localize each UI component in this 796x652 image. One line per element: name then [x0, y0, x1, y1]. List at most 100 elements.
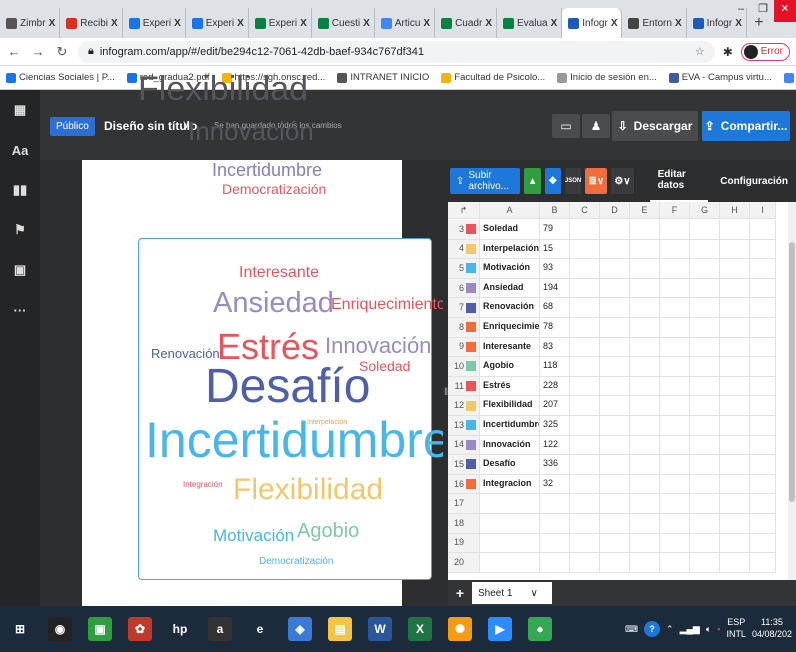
empty-cell[interactable] — [720, 278, 750, 299]
empty-cell[interactable] — [570, 494, 600, 514]
download-button[interactable]: ⇩ Descargar — [612, 111, 698, 141]
browser-tab[interactable]: Recibi X — [60, 8, 123, 38]
empty-cell[interactable] — [570, 396, 600, 416]
row-header[interactable]: 7 — [448, 298, 480, 318]
column-header[interactable]: H — [720, 202, 750, 219]
taskbar-app[interactable]: ◉ — [40, 606, 80, 652]
cell-label[interactable]: Interesante — [480, 337, 540, 358]
color-swatch[interactable] — [466, 479, 476, 490]
cell-value[interactable]: 122 — [540, 435, 570, 456]
empty-cell[interactable] — [570, 416, 600, 436]
empty-cell[interactable] — [570, 318, 600, 338]
empty-cell[interactable] — [600, 553, 630, 573]
empty-cell[interactable] — [630, 474, 660, 495]
cell-label[interactable] — [480, 514, 540, 534]
public-toggle-button[interactable]: Público — [50, 117, 95, 136]
row-header[interactable]: 8 — [448, 318, 480, 338]
color-swatch[interactable] — [466, 224, 476, 235]
network-icon[interactable]: ▂▄▆ — [680, 624, 700, 635]
empty-cell[interactable] — [630, 514, 660, 534]
google-drive-icon[interactable]: ▲ — [524, 168, 541, 194]
empty-cell[interactable] — [690, 474, 720, 495]
share-button[interactable]: ⇪ Compartir... — [702, 111, 790, 141]
empty-cell[interactable] — [720, 435, 750, 456]
column-header[interactable]: B — [540, 202, 570, 219]
empty-cell[interactable] — [630, 259, 660, 279]
empty-cell[interactable] — [750, 474, 776, 495]
empty-cell[interactable] — [750, 318, 776, 338]
bookmark-item[interactable]: EVA - Campus virtu... — [668, 72, 772, 83]
empty-cell[interactable] — [600, 533, 630, 554]
dropbox-icon[interactable]: ❖ — [544, 168, 561, 194]
empty-cell[interactable] — [570, 337, 600, 358]
empty-cell[interactable] — [690, 278, 720, 299]
empty-cell[interactable] — [720, 220, 750, 240]
column-header[interactable]: A — [480, 202, 540, 219]
empty-cell[interactable] — [600, 239, 630, 260]
json-import-button[interactable]: JSON — [564, 168, 582, 194]
url-field[interactable]: 🔒︎ infogram.com/app/#/edit/be294c12-7061… — [78, 40, 715, 63]
empty-cell[interactable] — [660, 553, 690, 573]
empty-cell[interactable] — [570, 278, 600, 299]
empty-cell[interactable] — [660, 298, 690, 318]
empty-cell[interactable] — [660, 337, 690, 358]
cell-value[interactable]: 83 — [540, 337, 570, 358]
row-header[interactable]: 4 — [448, 239, 480, 260]
close-tab-icon[interactable]: X — [675, 18, 682, 29]
empty-cell[interactable] — [630, 455, 660, 475]
empty-cell[interactable] — [750, 298, 776, 318]
browser-tab[interactable]: Experi X — [186, 8, 249, 38]
browser-tab[interactable]: Evalua X — [497, 8, 563, 38]
close-tab-icon[interactable]: X — [237, 18, 244, 29]
close-tab-icon[interactable]: X — [485, 18, 492, 29]
cell-label[interactable]: Integracion — [480, 474, 540, 495]
cell-value[interactable]: 207 — [540, 396, 570, 416]
row-header[interactable]: 14 — [448, 435, 480, 456]
row-header[interactable]: 6 — [448, 278, 480, 299]
language-indicator[interactable]: ESP INTL — [726, 617, 746, 640]
empty-cell[interactable] — [750, 396, 776, 416]
cell-label[interactable]: Innovación — [480, 435, 540, 456]
profile-button[interactable]: Error — [740, 42, 790, 61]
empty-cell[interactable] — [570, 533, 600, 554]
empty-cell[interactable] — [630, 318, 660, 338]
empty-cell[interactable] — [720, 239, 750, 260]
cell-value[interactable]: 325 — [540, 416, 570, 436]
cell-value[interactable]: 78 — [540, 318, 570, 338]
empty-cell[interactable] — [600, 220, 630, 240]
vertical-scrollbar[interactable] — [788, 202, 796, 580]
empty-cell[interactable] — [660, 278, 690, 299]
add-sheet-button[interactable]: + — [448, 580, 472, 606]
cell-value[interactable]: 194 — [540, 278, 570, 299]
empty-cell[interactable] — [750, 553, 776, 573]
empty-cell[interactable] — [720, 514, 750, 534]
word-cloud-chart[interactable]: Interesante Ansiedad Enriquecimiento Renova… — [138, 238, 443, 580]
cell-label[interactable]: Enriquecimiento — [480, 318, 540, 338]
empty-cell[interactable] — [570, 514, 600, 534]
database-icon[interactable]: ≣∨ — [585, 168, 608, 194]
browser-tab[interactable]: Articu X — [375, 8, 436, 38]
volume-icon[interactable]: 🔈︎ — [706, 624, 711, 635]
empty-cell[interactable] — [630, 553, 660, 573]
bookmark-item[interactable]: http://translate.goo... — [783, 72, 796, 83]
empty-cell[interactable] — [690, 337, 720, 358]
empty-cell[interactable] — [690, 514, 720, 534]
close-tab-icon[interactable]: X — [300, 18, 307, 29]
taskbar-app[interactable]: W — [360, 606, 400, 652]
color-swatch[interactable] — [466, 420, 476, 431]
minimize-button[interactable]: – — [730, 0, 752, 22]
close-tab-icon[interactable]: X — [611, 18, 618, 29]
taskbar-app[interactable]: hp — [160, 606, 200, 652]
empty-cell[interactable] — [570, 357, 600, 377]
bookmark-item[interactable]: Inicio de sesión en... — [557, 72, 657, 83]
empty-cell[interactable] — [660, 318, 690, 338]
empty-cell[interactable] — [750, 435, 776, 456]
empty-cell[interactable] — [630, 416, 660, 436]
empty-cell[interactable] — [660, 220, 690, 240]
empty-cell[interactable] — [600, 494, 630, 514]
empty-cell[interactable] — [570, 298, 600, 318]
close-tab-icon[interactable]: X — [174, 18, 181, 29]
bookmark-star-icon[interactable]: ☆ — [695, 45, 705, 58]
empty-cell[interactable] — [600, 278, 630, 299]
empty-cell[interactable] — [690, 376, 720, 397]
